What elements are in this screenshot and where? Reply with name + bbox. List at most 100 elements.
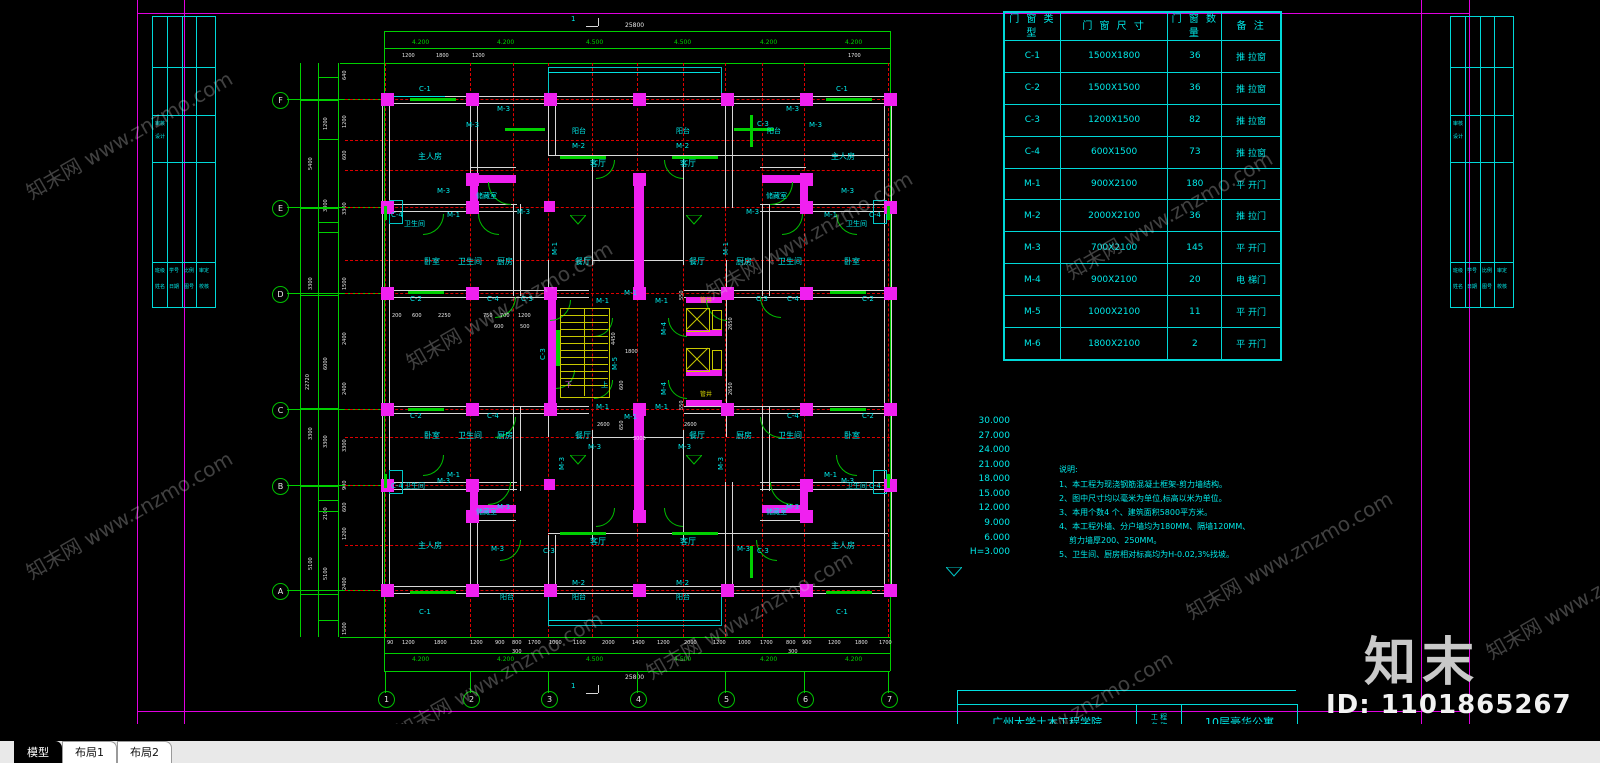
tab-layout2[interactable]: 布局2	[117, 741, 172, 763]
room-kitchen-tr: 厨房	[736, 257, 752, 266]
detail-dim-t-3: 1200	[472, 53, 485, 59]
tab-model-label: 模型	[27, 746, 49, 759]
grid-bubble-A[interactable]: A	[272, 583, 289, 600]
window-C2-D-right	[830, 291, 866, 294]
grid-bubble-E[interactable]: E	[272, 200, 289, 217]
core-dim-3000: 3000	[633, 436, 646, 442]
room-living-bl: 客厅	[590, 537, 606, 546]
tag-M3-p: M-3	[737, 545, 751, 553]
grid-bubble-F[interactable]: F	[272, 92, 289, 109]
wall-v-10b	[732, 482, 733, 587]
bay-dim-bottom-3: 4.500	[586, 656, 604, 663]
vdim-s4: 3300	[342, 202, 348, 215]
column-mid-4	[721, 403, 734, 416]
grid-bubble-D[interactable]: D	[272, 286, 289, 303]
bay-dim-bottom-4: 4.500	[674, 656, 692, 663]
section-mark-bottom: 1	[571, 682, 576, 690]
table-row[interactable]: C-2 1500X1500 36 推 拉窗	[1004, 71, 1281, 105]
vdim-tick-4	[300, 208, 338, 209]
cell-size: 1500X1500	[1059, 71, 1169, 105]
vdim-overall: 22720	[305, 374, 311, 390]
vdim-6: 5100	[323, 567, 329, 580]
grid-bubble-3[interactable]: 3	[541, 691, 558, 708]
grid-bubble-2[interactable]: 2	[463, 691, 480, 708]
grid-label-A: A	[277, 587, 284, 596]
dim-sub-750: 750	[483, 313, 493, 319]
core-dim-550-b: 550	[679, 400, 685, 410]
bay-dim-top-2: 4.200	[497, 39, 515, 46]
table-row[interactable]: M-5 1000X2100 11 平 开门	[1004, 295, 1281, 329]
vdim-s3: 600	[342, 150, 348, 160]
title-block[interactable]: 广州大学土木工程学院 工 程 名 称 10层豪华公寓	[957, 704, 1298, 724]
column-F6	[800, 93, 813, 106]
floor-plan[interactable]: 25800 1 4.200 4.200 4.500 4.500 4.200 4.…	[0, 0, 960, 724]
grid-bubble-5[interactable]: 5	[718, 691, 735, 708]
grid-bubble-6[interactable]: 6	[797, 691, 814, 708]
tag-C1-bot-left: C-1	[419, 608, 431, 616]
window-C1-top-right	[826, 98, 872, 101]
tab-layout1[interactable]: 布局1	[62, 741, 117, 763]
tag-M3-r: M-3	[717, 456, 725, 470]
cell-type: M-6	[1004, 327, 1061, 360]
tag-M3-l: M-3	[786, 503, 800, 511]
tag-M1-h: M-1	[624, 413, 638, 421]
level-marker-plan-1	[570, 215, 586, 225]
tab-model[interactable]: 模型	[14, 741, 62, 763]
titleblock-project-label-cell: 工 程 名 称	[1137, 705, 1182, 724]
tag-M3-d: M-3	[809, 121, 823, 129]
bay-dim-top-5: 4.200	[760, 39, 778, 46]
cell-size: 1200X1500	[1059, 103, 1169, 137]
column-A3	[544, 584, 557, 597]
tag-M3-a: M-3	[497, 105, 511, 113]
door-window-schedule[interactable]: 门 窗 类 型 门 窗 尺 寸 门 窗 数 量 备 注 C-1 1500X180…	[1003, 11, 1282, 361]
wall-v-5	[683, 155, 684, 265]
table-row[interactable]: C-3 1200X1500 82 推 拉窗	[1004, 103, 1281, 137]
right-stub-table: 审核 设计 班级 姓名 学号 日期 比例 图号 审定 校核	[1450, 16, 1514, 308]
table-row[interactable]: M-4 900X2100 20 电 梯门	[1004, 263, 1281, 297]
detail-dim-b-2: 1200	[402, 640, 415, 646]
table-row[interactable]: C-4 600X1500 73 推 拉窗	[1004, 135, 1281, 169]
cell-remark: 平 开门	[1221, 295, 1281, 329]
window-C2-D-left	[408, 291, 444, 294]
vdim-s12: 2400	[342, 577, 348, 590]
grid-bubble-B[interactable]: B	[272, 478, 289, 495]
elevator-door-2	[712, 350, 722, 370]
detail-dim-b-19: 1200	[828, 640, 841, 646]
cell-remark: 推 拉窗	[1221, 71, 1281, 105]
cell-remark: 推 拉门	[1221, 199, 1281, 233]
cell-type: C-3	[1004, 103, 1061, 137]
column-F2	[466, 93, 479, 106]
cell-type: M-1	[1004, 167, 1061, 201]
detail-dim-b-1: 90	[387, 640, 394, 646]
detail-dim-b-18: 900	[802, 640, 812, 646]
column-mid-14	[544, 479, 555, 490]
cad-drawing-canvas[interactable]: 审核 设计 班级 姓名 学号 日期 比例 图号 审定 校核 审核 设计 班级 姓…	[0, 0, 1600, 724]
table-row[interactable]: M-2 2000X2100 36 推 拉门	[1004, 199, 1281, 233]
right-stub-text-6: 日期	[1467, 284, 1478, 290]
grid-bubble-1[interactable]: 1	[378, 691, 395, 708]
cell-size: 2000X2100	[1059, 199, 1169, 233]
wall-v-7b	[769, 204, 770, 296]
tag-C3-bot-right: C-3	[757, 547, 769, 555]
grid-bubble-C[interactable]: C	[272, 402, 289, 419]
door-swing-3	[478, 214, 499, 235]
cell-type: C-2	[1004, 71, 1061, 105]
grid-bubble-4[interactable]: 4	[630, 691, 647, 708]
axis-line-mid1	[345, 140, 890, 141]
layout-tab-bar[interactable]: 模型 布局1 布局2	[0, 724, 1600, 763]
tag-M3-q: M-3	[558, 456, 566, 470]
grid-bubble-7[interactable]: 7	[881, 691, 898, 708]
vdim-tick-6	[318, 232, 338, 233]
room-kitchen-br: 厨房	[736, 431, 752, 440]
table-row[interactable]: M-3 700X2100 145 平 开门	[1004, 231, 1281, 265]
room-living-tl: 客厅	[590, 159, 606, 168]
watermark-id: ID: 1101865267	[1326, 690, 1572, 720]
table-row[interactable]: M-6 1800X2100 2 平 开门	[1004, 327, 1281, 360]
cell-remark: 推 拉窗	[1221, 135, 1281, 169]
dim-sub-200: 200	[392, 313, 402, 319]
sheet-border-right-inner	[1421, 0, 1422, 724]
room-storage-bl: 储藏室	[476, 508, 497, 516]
table-row[interactable]: M-1 900X2100 180 平 开门	[1004, 167, 1281, 201]
table-row[interactable]: C-1 1500X1800 36 推 拉窗	[1004, 40, 1281, 73]
detail-dim-b-6: 800	[512, 640, 522, 646]
